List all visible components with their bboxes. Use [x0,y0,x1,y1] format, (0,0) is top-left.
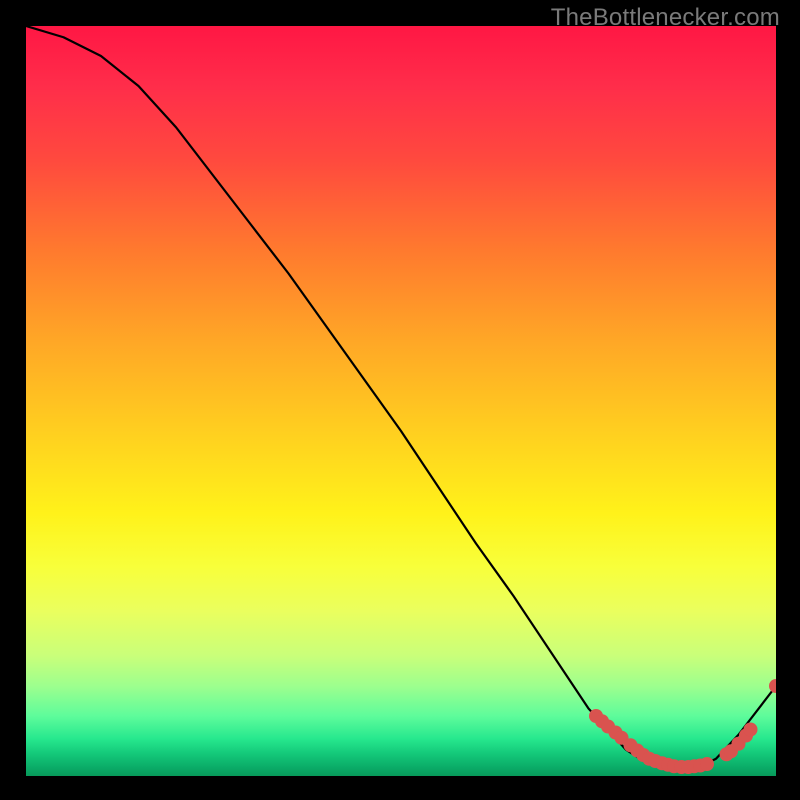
sample-point [700,757,714,771]
sample-point [769,679,776,693]
sample-points [589,679,776,774]
plot-area [26,26,776,776]
sample-point [744,723,758,737]
curve-layer [26,26,776,776]
chart-stage: TheBottlenecker.com [0,0,800,800]
bottleneck-curve [26,26,776,769]
